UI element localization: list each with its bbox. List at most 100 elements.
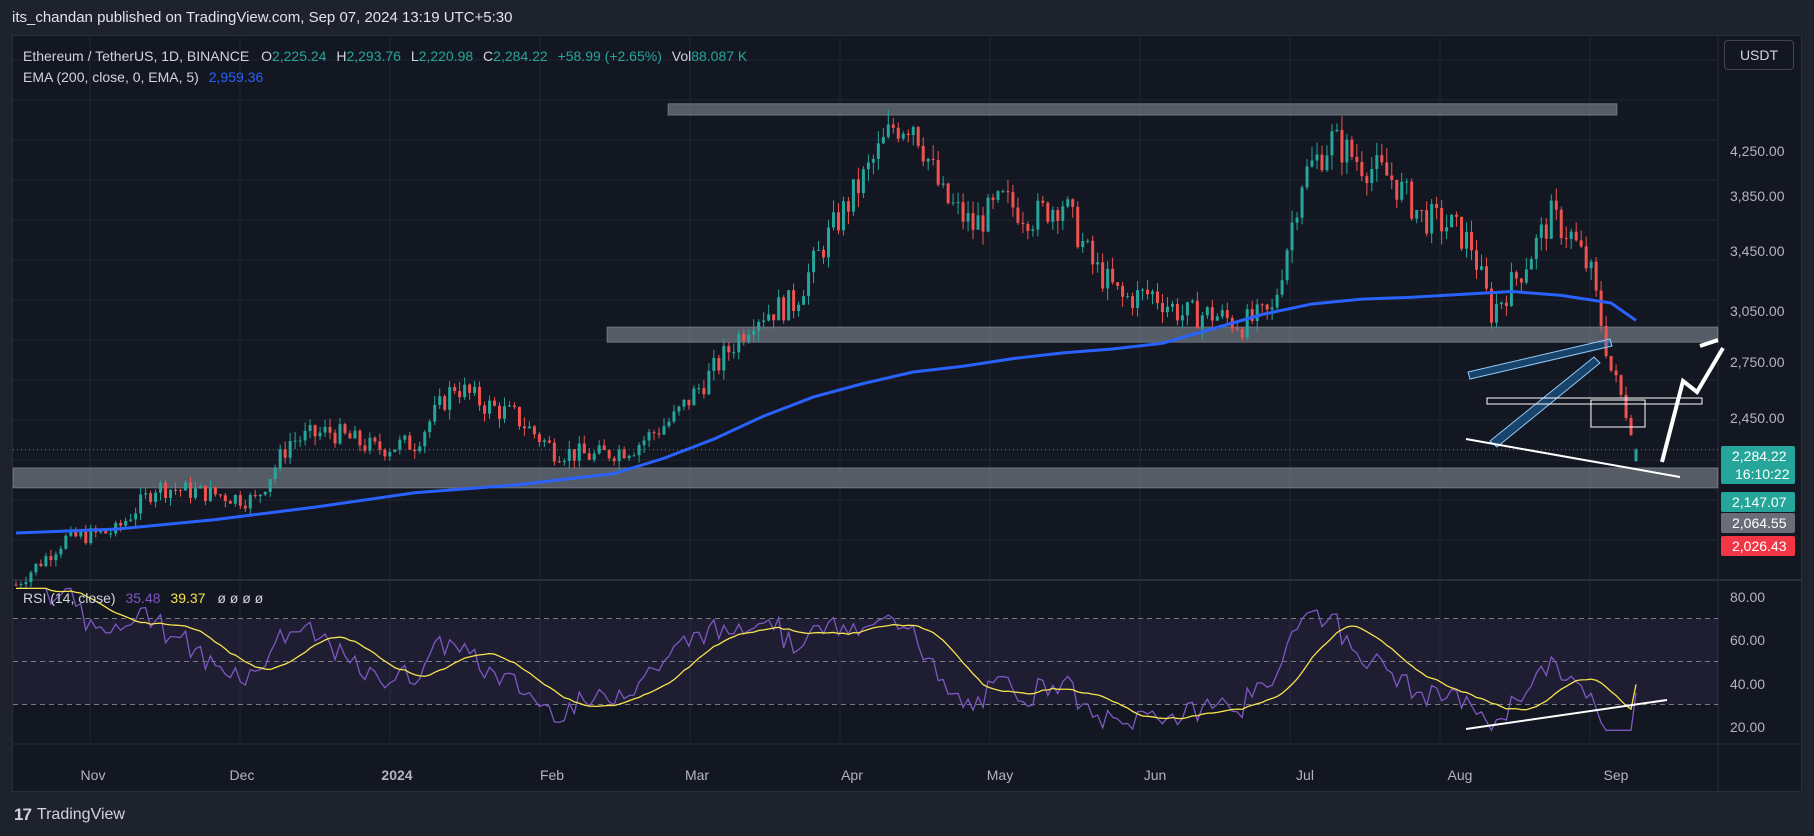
candle-body: [1066, 199, 1070, 207]
open-value: 2,225.24: [271, 48, 327, 64]
candle-body: [1420, 210, 1424, 212]
candle-body: [732, 352, 736, 354]
candle-body: [228, 501, 232, 504]
main-legend: Ethereum / TetherUS, 1D, BINANCE O2,225.…: [23, 46, 747, 88]
candle-body: [328, 426, 332, 433]
candle-body: [1370, 168, 1374, 184]
candle-body: [1240, 329, 1244, 338]
candle-body: [807, 272, 811, 297]
candle-body: [1529, 259, 1533, 270]
currency-button[interactable]: USDT: [1724, 40, 1794, 70]
symbol-title[interactable]: Ethereum / TetherUS, 1D, BINANCE: [23, 48, 249, 64]
price-axis-label: 4,250.00: [1730, 143, 1785, 159]
price-chart[interactable]: 4,750.004,250.003,850.003,450.003,050.00…: [0, 0, 1814, 836]
candle-body: [557, 461, 561, 463]
candle-body: [951, 202, 955, 204]
candle-body: [1470, 231, 1474, 251]
candle-body: [587, 453, 591, 460]
candle-body: [886, 124, 890, 137]
candle-body: [124, 520, 128, 526]
candle-body: [582, 443, 586, 454]
candle-body: [79, 531, 83, 537]
candle-body: [692, 388, 696, 406]
candle-body: [1514, 272, 1518, 279]
low-value: 2,220.98: [418, 48, 474, 64]
candle-body: [59, 548, 63, 555]
candle-body: [742, 334, 746, 342]
candle-body: [308, 425, 312, 431]
candle-body: [1011, 192, 1015, 208]
candle-body: [54, 554, 58, 561]
candle-body: [243, 505, 247, 509]
candle-body: [233, 494, 237, 504]
candle-body: [64, 535, 68, 549]
candle-body: [1544, 224, 1548, 239]
time-axis-label: Dec: [230, 767, 255, 783]
candle-body: [667, 421, 671, 427]
candle-body: [797, 304, 801, 311]
candle-body: [144, 493, 148, 495]
candle-body: [1619, 375, 1623, 395]
candle-body: [547, 440, 551, 443]
candle-body: [1245, 309, 1249, 338]
candle-body: [961, 202, 965, 222]
candle-body: [1360, 161, 1364, 177]
candle-body: [782, 297, 786, 321]
candle-body: [1559, 209, 1563, 239]
candle-body: [1146, 289, 1150, 295]
candle-body: [1340, 129, 1344, 163]
candle-body: [846, 201, 850, 212]
candle-body: [1475, 250, 1479, 270]
candle-body: [19, 584, 23, 586]
candle-body: [597, 445, 601, 454]
candle-body: [343, 424, 347, 434]
candle-body: [1056, 210, 1060, 221]
candle-body: [1315, 154, 1319, 161]
candle-body: [1375, 155, 1379, 169]
candle-body: [1599, 290, 1603, 326]
rsi-axis-label: 40.00: [1730, 676, 1765, 692]
candle-body: [273, 467, 277, 479]
footer-brand[interactable]: 17 TradingView: [14, 805, 125, 825]
volume-label: Vol: [671, 48, 692, 64]
candle-body: [767, 314, 771, 321]
candle-body: [253, 495, 257, 497]
candle-body: [313, 425, 317, 437]
candle-body: [193, 488, 197, 498]
candle-body: [473, 386, 477, 393]
candle-body: [198, 485, 202, 489]
price-axis-label: 3,050.00: [1730, 303, 1785, 319]
candle-body: [1400, 181, 1404, 200]
candle-body: [662, 426, 666, 435]
candle-body: [1270, 307, 1274, 310]
candle-body: [1061, 206, 1065, 221]
candle-body: [1185, 302, 1189, 316]
candle-body: [841, 201, 845, 231]
rsi-label[interactable]: RSI (14, close): [23, 590, 116, 606]
candle-body: [1445, 227, 1449, 232]
candle-body: [1190, 300, 1194, 303]
candle-body: [188, 482, 192, 498]
candle-body: [1041, 200, 1045, 203]
ema-label[interactable]: EMA (200, close, 0, EMA, 5): [23, 69, 199, 85]
change-value: +58.99 (+2.65%): [557, 48, 662, 64]
candle-body: [861, 169, 865, 194]
candle-body: [1564, 238, 1568, 240]
time-axis-label: Feb: [540, 767, 564, 783]
candle-body: [39, 563, 43, 567]
candle-body: [109, 533, 113, 535]
candle-body: [677, 406, 681, 412]
candle-body: [34, 563, 38, 573]
candle-body: [1101, 262, 1105, 289]
candle-body: [1509, 272, 1513, 307]
low-label: L: [410, 48, 419, 64]
candle-body: [792, 290, 796, 311]
time-axis-label: Mar: [685, 767, 709, 783]
candle-body: [1350, 139, 1354, 157]
candle-body: [44, 556, 48, 567]
candle-body: [388, 452, 392, 457]
candle-body: [408, 435, 412, 450]
candle-body: [443, 396, 447, 410]
candle-body: [1151, 291, 1154, 295]
candle-body: [1225, 310, 1229, 319]
